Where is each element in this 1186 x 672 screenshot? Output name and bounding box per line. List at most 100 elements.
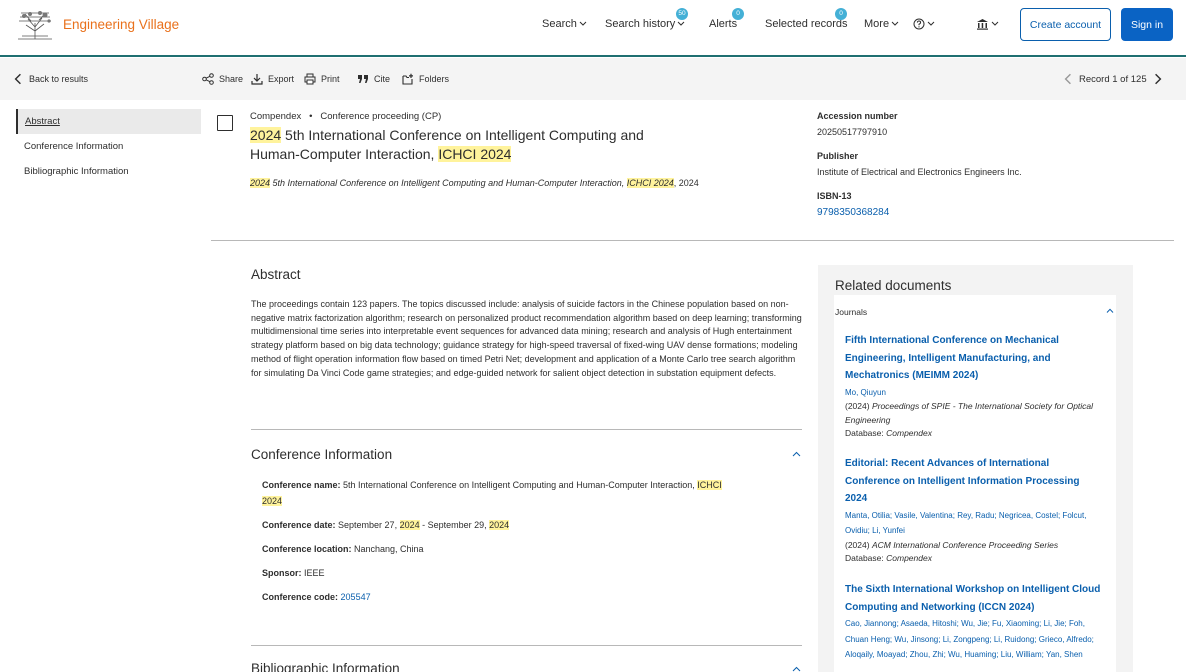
abstract-heading: Abstract [251, 267, 301, 282]
conference-date-label: Conference date: [262, 520, 336, 530]
help-icon [913, 18, 925, 30]
export-label: Export [268, 74, 295, 84]
related-document-database-label: Database: [845, 428, 887, 438]
chevron-down-icon [891, 21, 899, 26]
search-history-count-badge: 50 [676, 8, 688, 20]
nav-alerts-label: Alerts [709, 18, 738, 30]
conference-location-row: Conference location: Nanchang, China [262, 542, 792, 558]
related-document-year: (2024) [845, 401, 872, 411]
bibliographic-information-heading[interactable]: Bibliographic Information [251, 661, 400, 672]
title-highlight-year: 2024 [250, 127, 282, 143]
chevron-up-icon[interactable] [1106, 308, 1114, 313]
next-record-icon[interactable] [1152, 73, 1164, 85]
related-document-authors[interactable]: Cao, Jiannong; Asaeda, Hitoshi; Wu, Jie;… [845, 616, 1103, 663]
chevron-down-icon [677, 21, 685, 26]
chevron-up-icon[interactable] [792, 666, 801, 672]
conference-date-highlight-year-1: 2024 [399, 520, 420, 530]
export-button[interactable]: Export [251, 73, 294, 85]
left-nav-bibliographic-information[interactable]: Bibliographic Information [16, 159, 201, 184]
nav-more-label: More [864, 18, 890, 30]
nav-alerts[interactable]: Alerts 0 [709, 8, 744, 30]
chevron-up-icon[interactable] [792, 451, 801, 457]
cite-button[interactable]: Cite [357, 73, 390, 85]
print-label: Print [321, 74, 340, 84]
conference-date-row: Conference date: September 27, 2024 - Se… [262, 518, 792, 534]
related-document-item: Fifth International Conference on Mechan… [845, 332, 1103, 441]
related-document-database-name: Compendex [886, 428, 932, 438]
nav-selected-records[interactable]: Selected records 0 [765, 8, 848, 30]
conference-date-end: - September 29, [419, 520, 490, 530]
accession-number-label: Accession number [817, 111, 898, 121]
related-document-authors[interactable]: Mo, Qiuyun [845, 385, 1103, 401]
record-title: 2024 5th International Conference on Int… [250, 126, 670, 164]
nav-search[interactable]: Search [542, 18, 587, 30]
source-highlight-year: 2024 [250, 178, 271, 188]
folders-button[interactable]: Folders [402, 73, 449, 85]
related-document-title[interactable]: The Sixth International Workshop on Inte… [845, 581, 1103, 616]
related-document-item: Editorial: Recent Advances of Internatio… [845, 455, 1103, 566]
chevron-down-icon [927, 21, 935, 26]
conference-location-label: Conference location: [262, 544, 352, 554]
institution-menu[interactable] [976, 18, 999, 30]
print-button[interactable]: Print [304, 73, 340, 85]
record-toolbar: Back to results Share Export Print Cite … [0, 58, 1186, 100]
nav-selected-records-label: Selected records [765, 18, 848, 30]
conference-information-heading[interactable]: Conference Information [251, 447, 392, 462]
related-document-title[interactable]: Editorial: Recent Advances of Internatio… [845, 455, 1103, 508]
isbn-link[interactable]: 9798350368284 [817, 207, 889, 218]
conference-name-row: Conference name: 5th International Confe… [262, 478, 792, 509]
related-document-authors[interactable]: Manta, Otilia; Vasile, Valentina; Rey, R… [845, 508, 1103, 539]
share-label: Share [219, 74, 244, 84]
source-highlight-acronym: ICHCI 2024 [626, 178, 674, 188]
share-button[interactable]: Share [202, 73, 243, 85]
related-document-journal: ACM International Conference Proceeding … [871, 539, 1059, 550]
left-nav-conference-information[interactable]: Conference Information [16, 134, 201, 159]
related-document-item: The Sixth International Workshop on Inte… [845, 581, 1103, 663]
conference-name-highlight-acronym: ICHCI [697, 480, 722, 490]
elsevier-tree-logo[interactable] [16, 9, 54, 41]
related-document-publication: (2024) Proceedings of SPIE - The Interna… [845, 400, 1103, 427]
conference-code-label: Conference code: [262, 592, 339, 602]
conference-code-link[interactable]: 205547 [341, 592, 371, 602]
previous-record-icon[interactable] [1062, 73, 1074, 85]
related-document-publication: (2024) ACM International Conference Proc… [845, 539, 1103, 553]
selected-records-count-badge: 0 [835, 8, 847, 20]
conference-name-highlight-year: 2024 [262, 495, 283, 506]
header-divider [211, 240, 1174, 241]
back-to-results-label: Back to results [29, 74, 89, 84]
publisher-label: Publisher [817, 151, 859, 161]
back-to-results-link[interactable]: Back to results [12, 73, 88, 85]
journals-group-label[interactable]: Journals [835, 307, 867, 317]
nav-search-history[interactable]: Search history 50 [605, 8, 688, 30]
bullet-separator: • [303, 111, 318, 122]
database-name: Compendex [250, 111, 302, 122]
accession-number-value: 20250517797910 [817, 127, 888, 137]
sponsor-label: Sponsor: [262, 568, 302, 578]
conference-date-start: September 27, [335, 520, 400, 530]
brand-name[interactable]: Engineering Village [63, 17, 179, 32]
sign-in-button[interactable]: Sign in [1121, 8, 1173, 41]
abstract-text: The proceedings contain 123 papers. The … [251, 299, 802, 378]
folder-add-icon [402, 73, 413, 85]
related-documents-list: Journals Fifth International Conference … [834, 295, 1116, 672]
help-menu[interactable] [913, 18, 935, 30]
select-record-checkbox[interactable] [217, 115, 233, 131]
related-document-title[interactable]: Fifth International Conference on Mechan… [845, 332, 1103, 385]
conference-divider [251, 645, 802, 646]
related-document-year: (2024) [845, 539, 872, 550]
share-icon [202, 73, 214, 85]
record-meta: Compendex • Conference proceeding (CP) [250, 111, 441, 122]
abstract-divider [251, 429, 802, 430]
top-header: Engineering Village Search Search histor… [0, 0, 1186, 57]
conference-code-row: Conference code: 205547 [262, 590, 792, 606]
related-documents-panel: Related documents Journals Fifth Interna… [818, 265, 1133, 672]
sponsor-value: IEEE [301, 568, 325, 578]
related-document-database: Database: Compendex [845, 552, 1103, 566]
nav-more[interactable]: More [864, 18, 899, 30]
related-documents-heading: Related documents [835, 278, 952, 293]
left-nav-abstract[interactable]: Abstract [16, 109, 201, 134]
create-account-button[interactable]: Create account [1020, 8, 1111, 41]
chevron-down-icon [991, 21, 999, 26]
nav-search-history-label: Search history [605, 18, 676, 30]
conference-date-highlight-year-2: 2024 [489, 520, 510, 530]
